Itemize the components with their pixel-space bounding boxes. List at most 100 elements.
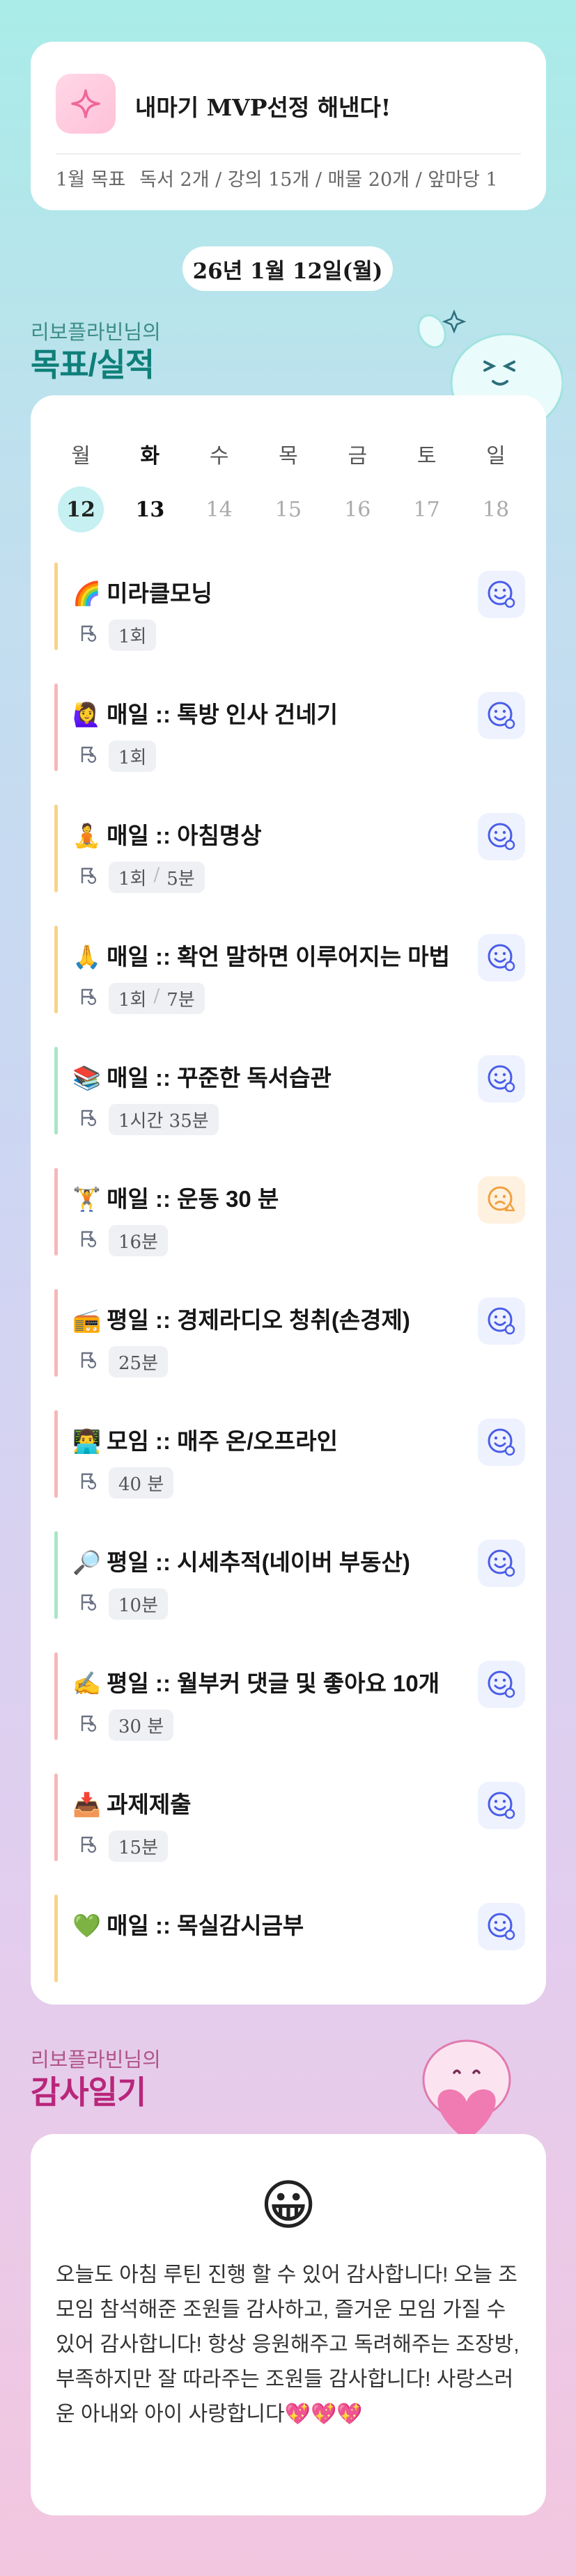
routine-emoji-icon: 📻	[72, 1307, 102, 1333]
routine-meta: 10분	[78, 1588, 169, 1620]
routine-status-button[interactable]	[478, 934, 525, 981]
routine-emoji-icon: 🔎	[72, 1549, 102, 1575]
routine-stat-chip: 25분	[109, 1346, 169, 1377]
date-row: 12 13 14 15 16 17 18	[47, 486, 529, 533]
smile-icon	[488, 1428, 515, 1456]
routine-stat-chip: 40 분	[109, 1467, 174, 1499]
routine-stat-value: 7분	[166, 990, 195, 1011]
routine-meta: 30 분	[78, 1709, 174, 1741]
repeat-flag-icon	[78, 1592, 99, 1616]
routine-status-button[interactable]	[478, 1903, 525, 1950]
smile-icon	[488, 702, 515, 729]
routine-emoji-icon: 🧘	[72, 823, 102, 848]
routine-stat-chip: 30 분	[109, 1709, 174, 1741]
routine-stat-value: 1시간 35분	[118, 1111, 209, 1132]
routine-emoji-icon: ✍️	[72, 1670, 102, 1696]
routine-status-button[interactable]	[478, 1055, 525, 1103]
routine-status-button[interactable]	[478, 1540, 525, 1587]
smile-icon	[488, 1670, 515, 1698]
routine-status-button[interactable]	[478, 1782, 525, 1829]
weekday-label: 금	[348, 444, 368, 468]
routine-item[interactable]: 🙋‍♀️ 매일 :: 톡방 인사 건네기1회	[54, 683, 525, 774]
routine-status-button[interactable]	[478, 1297, 525, 1345]
goal-card[interactable]: 내마기 MVP선정 해낸다! 1월 목표 독서 2개 / 강의 15개 / 매물…	[31, 42, 546, 210]
routine-color-bar	[54, 805, 58, 892]
routine-emoji-icon: 🙏	[72, 944, 102, 970]
routine-stat-value: 30 분	[118, 1716, 164, 1737]
smile-icon	[488, 1792, 515, 1819]
routine-title: ✍️ 평일 :: 월부커 댓글 및 좋아요 10개	[72, 1665, 439, 1698]
routine-meta: 1회	[78, 741, 157, 772]
calendar-date[interactable]: 14	[186, 486, 253, 533]
calendar-date[interactable]: 16	[324, 486, 391, 533]
heart-mascot-illustration	[422, 2039, 511, 2141]
routine-status-button[interactable]	[478, 1419, 525, 1466]
repeat-flag-icon	[78, 623, 99, 647]
stat-separator: /	[153, 864, 160, 885]
routine-stat-value: 10분	[118, 1595, 159, 1616]
routine-meta: 25분	[78, 1346, 169, 1377]
routine-emoji-icon: 💚	[72, 1913, 102, 1938]
routine-status-button[interactable]	[478, 813, 525, 860]
warn-face-icon	[488, 1186, 515, 1212]
routine-status-button[interactable]	[478, 571, 525, 618]
smile-icon	[488, 1307, 515, 1335]
repeat-flag-icon	[78, 1107, 99, 1132]
routine-title: 🌈 미라클모닝	[72, 575, 212, 608]
routine-color-bar	[54, 1773, 58, 1861]
calendar-date[interactable]: 18	[462, 486, 529, 533]
routine-title-text: 매일 :: 아침명상	[107, 823, 262, 848]
smile-icon	[488, 1913, 515, 1941]
routine-color-bar	[54, 1652, 58, 1740]
smile-icon	[488, 580, 515, 608]
routine-status-warn-button[interactable]	[478, 1176, 525, 1224]
routine-meta: 1회 / 7분	[78, 983, 205, 1014]
routine-title: 👨‍💻 모임 :: 매주 온/오프라인	[72, 1423, 338, 1456]
routine-color-bar	[54, 1410, 58, 1498]
routine-title-text: 평일 :: 월부커 댓글 및 좋아요 10개	[107, 1670, 440, 1696]
routine-status-button[interactable]	[478, 692, 525, 739]
routine-title: 🙏 매일 :: 확언 말하면 이루어지는 마법	[72, 938, 450, 972]
goal-target-list: 독서 2개 / 강의 15개 / 매물 20개 / 앞마당 1	[139, 169, 498, 191]
calendar-date[interactable]: 13	[116, 486, 183, 533]
routine-item[interactable]: 🧘 매일 :: 아침명상 1회 / 5분	[54, 805, 525, 895]
calendar-date[interactable]: 17	[394, 486, 460, 533]
calendar-date[interactable]: 15	[255, 486, 322, 533]
routine-stat-chip: 1회 / 7분	[109, 983, 205, 1014]
goal-title: 내마기 MVP선정 해낸다!	[135, 94, 391, 121]
repeat-flag-icon	[78, 1471, 99, 1495]
routine-meta: 1회 / 5분	[78, 862, 205, 893]
routine-title: 🙋‍♀️ 매일 :: 톡방 인사 건네기	[72, 696, 338, 729]
goal-month-label: 1월 목표	[56, 169, 126, 191]
routine-item[interactable]: 🌈 미라클모닝 1회	[54, 562, 525, 653]
routine-title: 🔎 평일 :: 시세추적(네이버 부동산)	[72, 1544, 410, 1577]
routine-emoji-icon: 🏋️	[72, 1186, 102, 1212]
routine-item[interactable]: 📻 평일 :: 경제라디오 청취(손경제) 25분	[54, 1289, 525, 1380]
routine-stat-value: 1회	[118, 869, 147, 890]
routine-meta: 40 분	[78, 1467, 174, 1499]
routine-item[interactable]: 🔎 평일 :: 시세추적(네이버 부동산)10분	[54, 1531, 525, 1622]
routine-item[interactable]: 🏋️ 매일 :: 운동 30 분 16분	[54, 1168, 525, 1258]
weekday-row: 월 화 수 목 금 토 일	[47, 438, 529, 469]
routine-title: 🧘 매일 :: 아침명상	[72, 817, 262, 851]
smile-icon	[488, 1065, 515, 1093]
routine-meta: 1시간 35분	[78, 1104, 219, 1135]
gratitude-section-title: 감사일기	[31, 2074, 146, 2110]
routine-stat-value: 16분	[118, 1232, 159, 1253]
routine-item[interactable]: 📥 과제제출 15분	[54, 1773, 525, 1864]
routine-status-button[interactable]	[478, 1661, 525, 1708]
weekday-label: 일	[486, 444, 506, 468]
routine-item[interactable]: 💚 매일 :: 목실감시금부	[54, 1895, 525, 1985]
weekday-label: 토	[417, 444, 437, 468]
smile-icon	[488, 944, 515, 972]
routine-stat-value: 40 분	[118, 1474, 164, 1495]
routine-item[interactable]: 🙏 매일 :: 확언 말하면 이루어지는 마법1회 / 7분	[54, 926, 525, 1016]
weekday-label: 월	[71, 444, 91, 468]
routine-stat-value: 1회	[118, 748, 147, 768]
goals-section-title: 목표/실적	[31, 347, 155, 383]
routine-item[interactable]: 👨‍💻 모임 :: 매주 온/오프라인40 분	[54, 1410, 525, 1501]
calendar-date-selected[interactable]: 12	[47, 486, 114, 533]
routine-item[interactable]: ✍️ 평일 :: 월부커 댓글 및 좋아요 10개30 분	[54, 1652, 525, 1743]
routine-item[interactable]: 📚 매일 :: 꾸준한 독서습관 1시간 35분	[54, 1047, 525, 1137]
routine-meta: 16분	[78, 1225, 169, 1256]
